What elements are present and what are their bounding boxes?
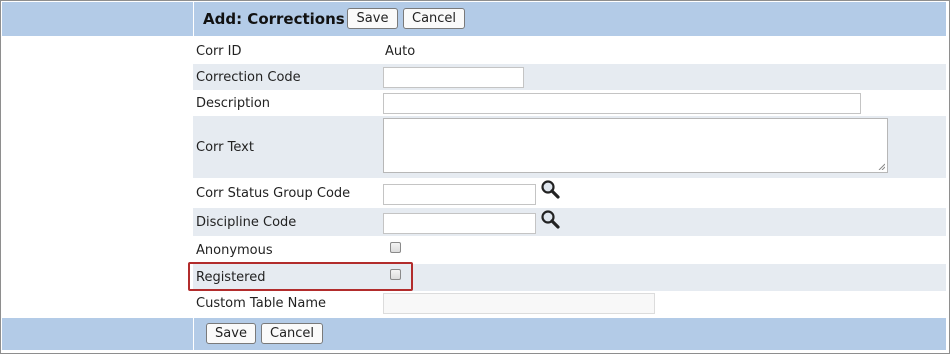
row-anonymous: Anonymous: [193, 236, 946, 264]
row-corr-status-group-code: Corr Status Group Code: [193, 178, 946, 208]
footer-save-button[interactable]: Save: [206, 323, 256, 344]
corr-status-group-code-label: Corr Status Group Code: [196, 186, 351, 201]
description-input[interactable]: [383, 93, 861, 114]
magnifier-icon[interactable]: [540, 209, 560, 229]
anonymous-checkbox[interactable]: [390, 242, 401, 253]
correction-code-input[interactable]: [383, 67, 524, 88]
registered-highlight: [188, 262, 413, 291]
row-corr-id: Corr ID Auto: [193, 38, 946, 64]
custom-table-name-input: [383, 293, 655, 314]
corr-id-label: Corr ID: [196, 44, 242, 59]
discipline-code-input[interactable]: [383, 213, 536, 234]
row-corr-text: Corr Text: [193, 116, 946, 178]
header-cancel-button[interactable]: Cancel: [403, 8, 465, 29]
custom-table-name-label: Custom Table Name: [196, 296, 327, 311]
row-description: Description: [193, 90, 946, 116]
header-bar: Add: Corrections Save Cancel: [193, 2, 947, 36]
discipline-code-label: Discipline Code: [196, 215, 297, 230]
description-label: Description: [196, 96, 271, 111]
corr-id-value: Auto: [385, 44, 416, 59]
row-correction-code: Correction Code: [193, 64, 946, 90]
resize-grip-icon[interactable]: [878, 163, 885, 170]
footer-cancel-button[interactable]: Cancel: [261, 323, 323, 344]
row-discipline-code: Discipline Code: [193, 208, 946, 236]
corr-text-textarea[interactable]: [383, 118, 888, 173]
page-title: Add: Corrections: [203, 10, 345, 28]
magnifier-icon[interactable]: [540, 179, 560, 199]
corr-status-group-code-input[interactable]: [383, 184, 536, 205]
corr-text-label: Corr Text: [196, 140, 254, 155]
header-save-button[interactable]: Save: [347, 8, 398, 29]
footer-bar: Save Cancel: [193, 318, 947, 350]
row-custom-table-name: Custom Table Name: [193, 291, 946, 317]
anonymous-label: Anonymous: [196, 243, 273, 258]
correction-code-label: Correction Code: [196, 70, 301, 85]
